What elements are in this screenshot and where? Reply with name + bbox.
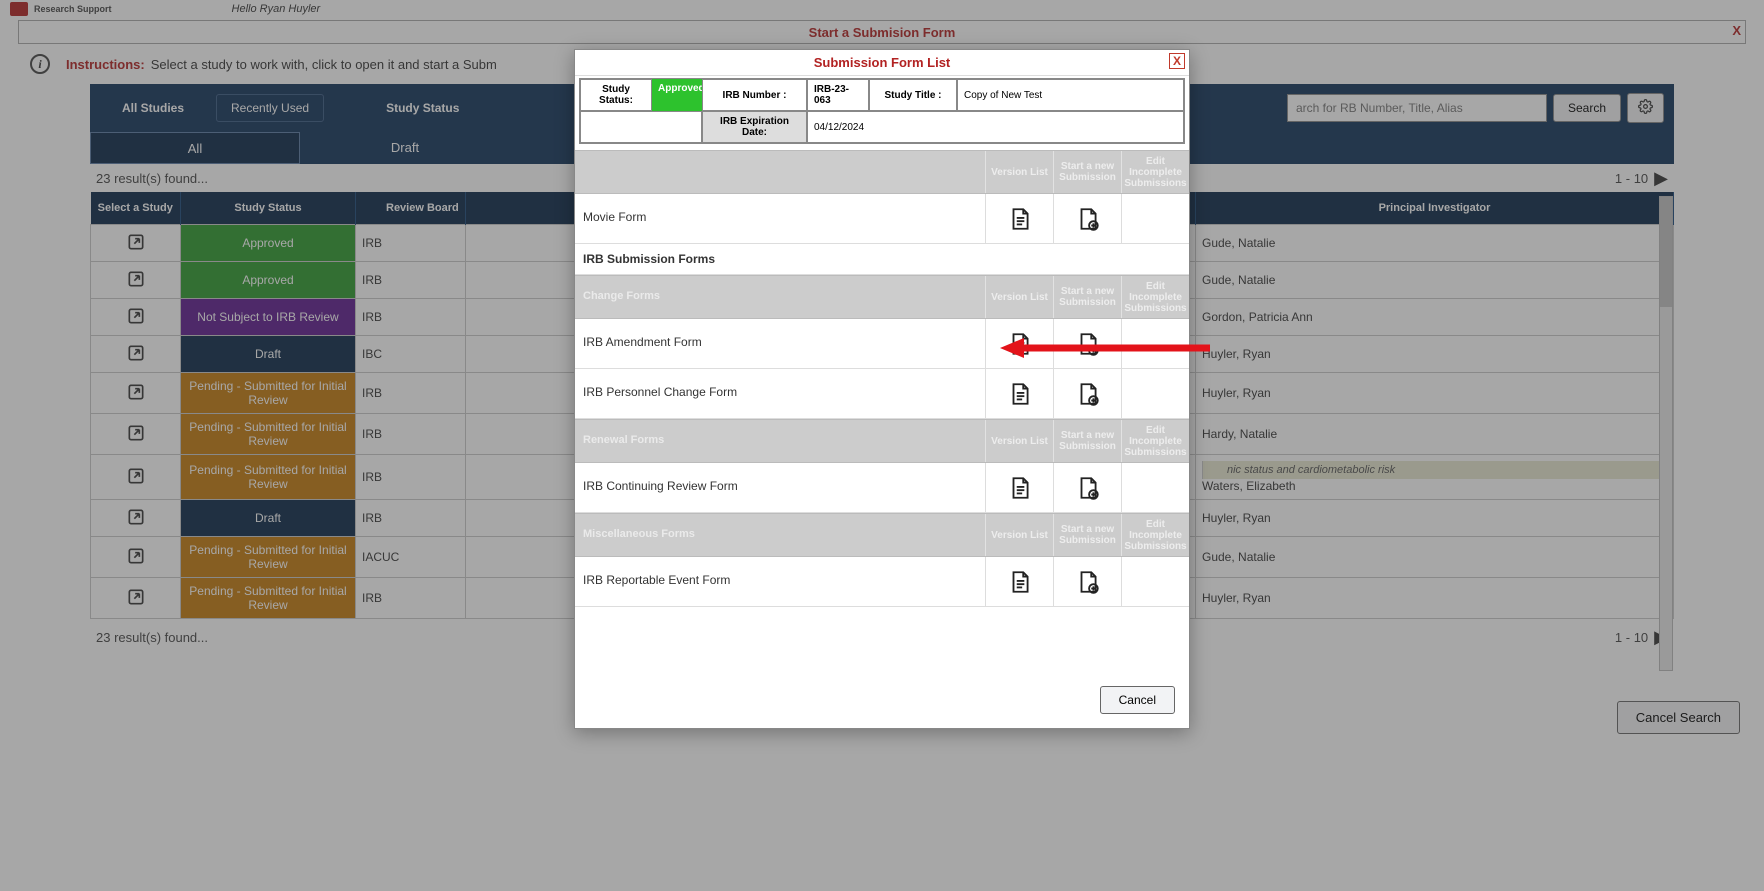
section-header-renewal: Renewal Forms Version List Start a new S… — [575, 419, 1189, 463]
form-name: Movie Form — [575, 194, 985, 243]
document-icon — [1007, 331, 1033, 357]
col-version-list: Version List — [985, 151, 1053, 193]
edit-incomplete-button[interactable] — [1121, 557, 1189, 606]
meta-irb-number-label: IRB Number : — [702, 79, 807, 111]
section-header-misc: Miscellaneous Forms Version List Start a… — [575, 513, 1189, 557]
form-name: IRB Continuing Review Form — [575, 463, 985, 512]
modal-meta-table: Study Status: Approved IRB Number : IRB-… — [579, 78, 1185, 144]
meta-irb-exp-value: 04/12/2024 — [807, 111, 1184, 143]
col-start-new: Start a new Submission — [1053, 151, 1121, 193]
edit-incomplete-button[interactable] — [1121, 319, 1189, 368]
form-name: IRB Amendment Form — [575, 319, 985, 368]
group-irb-forms: IRB Submission Forms — [575, 244, 1189, 275]
version-list-button[interactable] — [985, 463, 1053, 512]
document-plus-icon — [1075, 569, 1101, 595]
start-new-button[interactable] — [1053, 463, 1121, 512]
form-row-reportable: IRB Reportable Event Form — [575, 557, 1189, 607]
form-row-continuing: IRB Continuing Review Form — [575, 463, 1189, 513]
document-plus-icon — [1075, 331, 1101, 357]
edit-incomplete-button[interactable] — [1121, 194, 1189, 243]
modal-close-button[interactable]: X — [1169, 53, 1185, 69]
document-icon — [1007, 569, 1033, 595]
start-new-button[interactable] — [1053, 369, 1121, 418]
version-list-button[interactable] — [985, 194, 1053, 243]
form-row-amendment: IRB Amendment Form — [575, 319, 1189, 369]
meta-study-status-value: Approved — [652, 79, 702, 111]
document-icon — [1007, 206, 1033, 232]
version-list-button[interactable] — [985, 369, 1053, 418]
submission-form-list-modal: Submission Form List X Study Status: App… — [574, 49, 1190, 729]
start-new-button[interactable] — [1053, 319, 1121, 368]
version-list-button[interactable] — [985, 319, 1053, 368]
edit-incomplete-button[interactable] — [1121, 463, 1189, 512]
meta-irb-number-value: IRB-23-063 — [807, 79, 869, 111]
meta-irb-exp-label: IRB Expiration Date: — [702, 111, 807, 143]
document-plus-icon — [1075, 206, 1101, 232]
meta-study-title-label: Study Title : — [869, 79, 957, 111]
form-row-movie: Movie Form — [575, 194, 1189, 244]
modal-cancel-button[interactable]: Cancel — [1100, 686, 1175, 714]
section-header-change: Change Forms Version List Start a new Su… — [575, 275, 1189, 319]
edit-incomplete-button[interactable] — [1121, 369, 1189, 418]
document-plus-icon — [1075, 381, 1101, 407]
document-plus-icon — [1075, 475, 1101, 501]
meta-study-title-value: Copy of New Test — [957, 79, 1184, 111]
modal-title: Submission Form List — [814, 55, 951, 70]
start-new-button[interactable] — [1053, 194, 1121, 243]
start-new-button[interactable] — [1053, 557, 1121, 606]
form-row-personnel: IRB Personnel Change Form — [575, 369, 1189, 419]
version-list-button[interactable] — [985, 557, 1053, 606]
modal-overlay: Submission Form List X Study Status: App… — [0, 0, 1764, 891]
form-name: IRB Reportable Event Form — [575, 557, 985, 606]
meta-study-status-label: Study Status: — [580, 79, 652, 111]
document-icon — [1007, 475, 1033, 501]
form-name: IRB Personnel Change Form — [575, 369, 985, 418]
document-icon — [1007, 381, 1033, 407]
col-edit-incomplete: Edit Incomplete Submissions — [1121, 151, 1189, 193]
section-header-blank: Version List Start a new Submission Edit… — [575, 150, 1189, 194]
